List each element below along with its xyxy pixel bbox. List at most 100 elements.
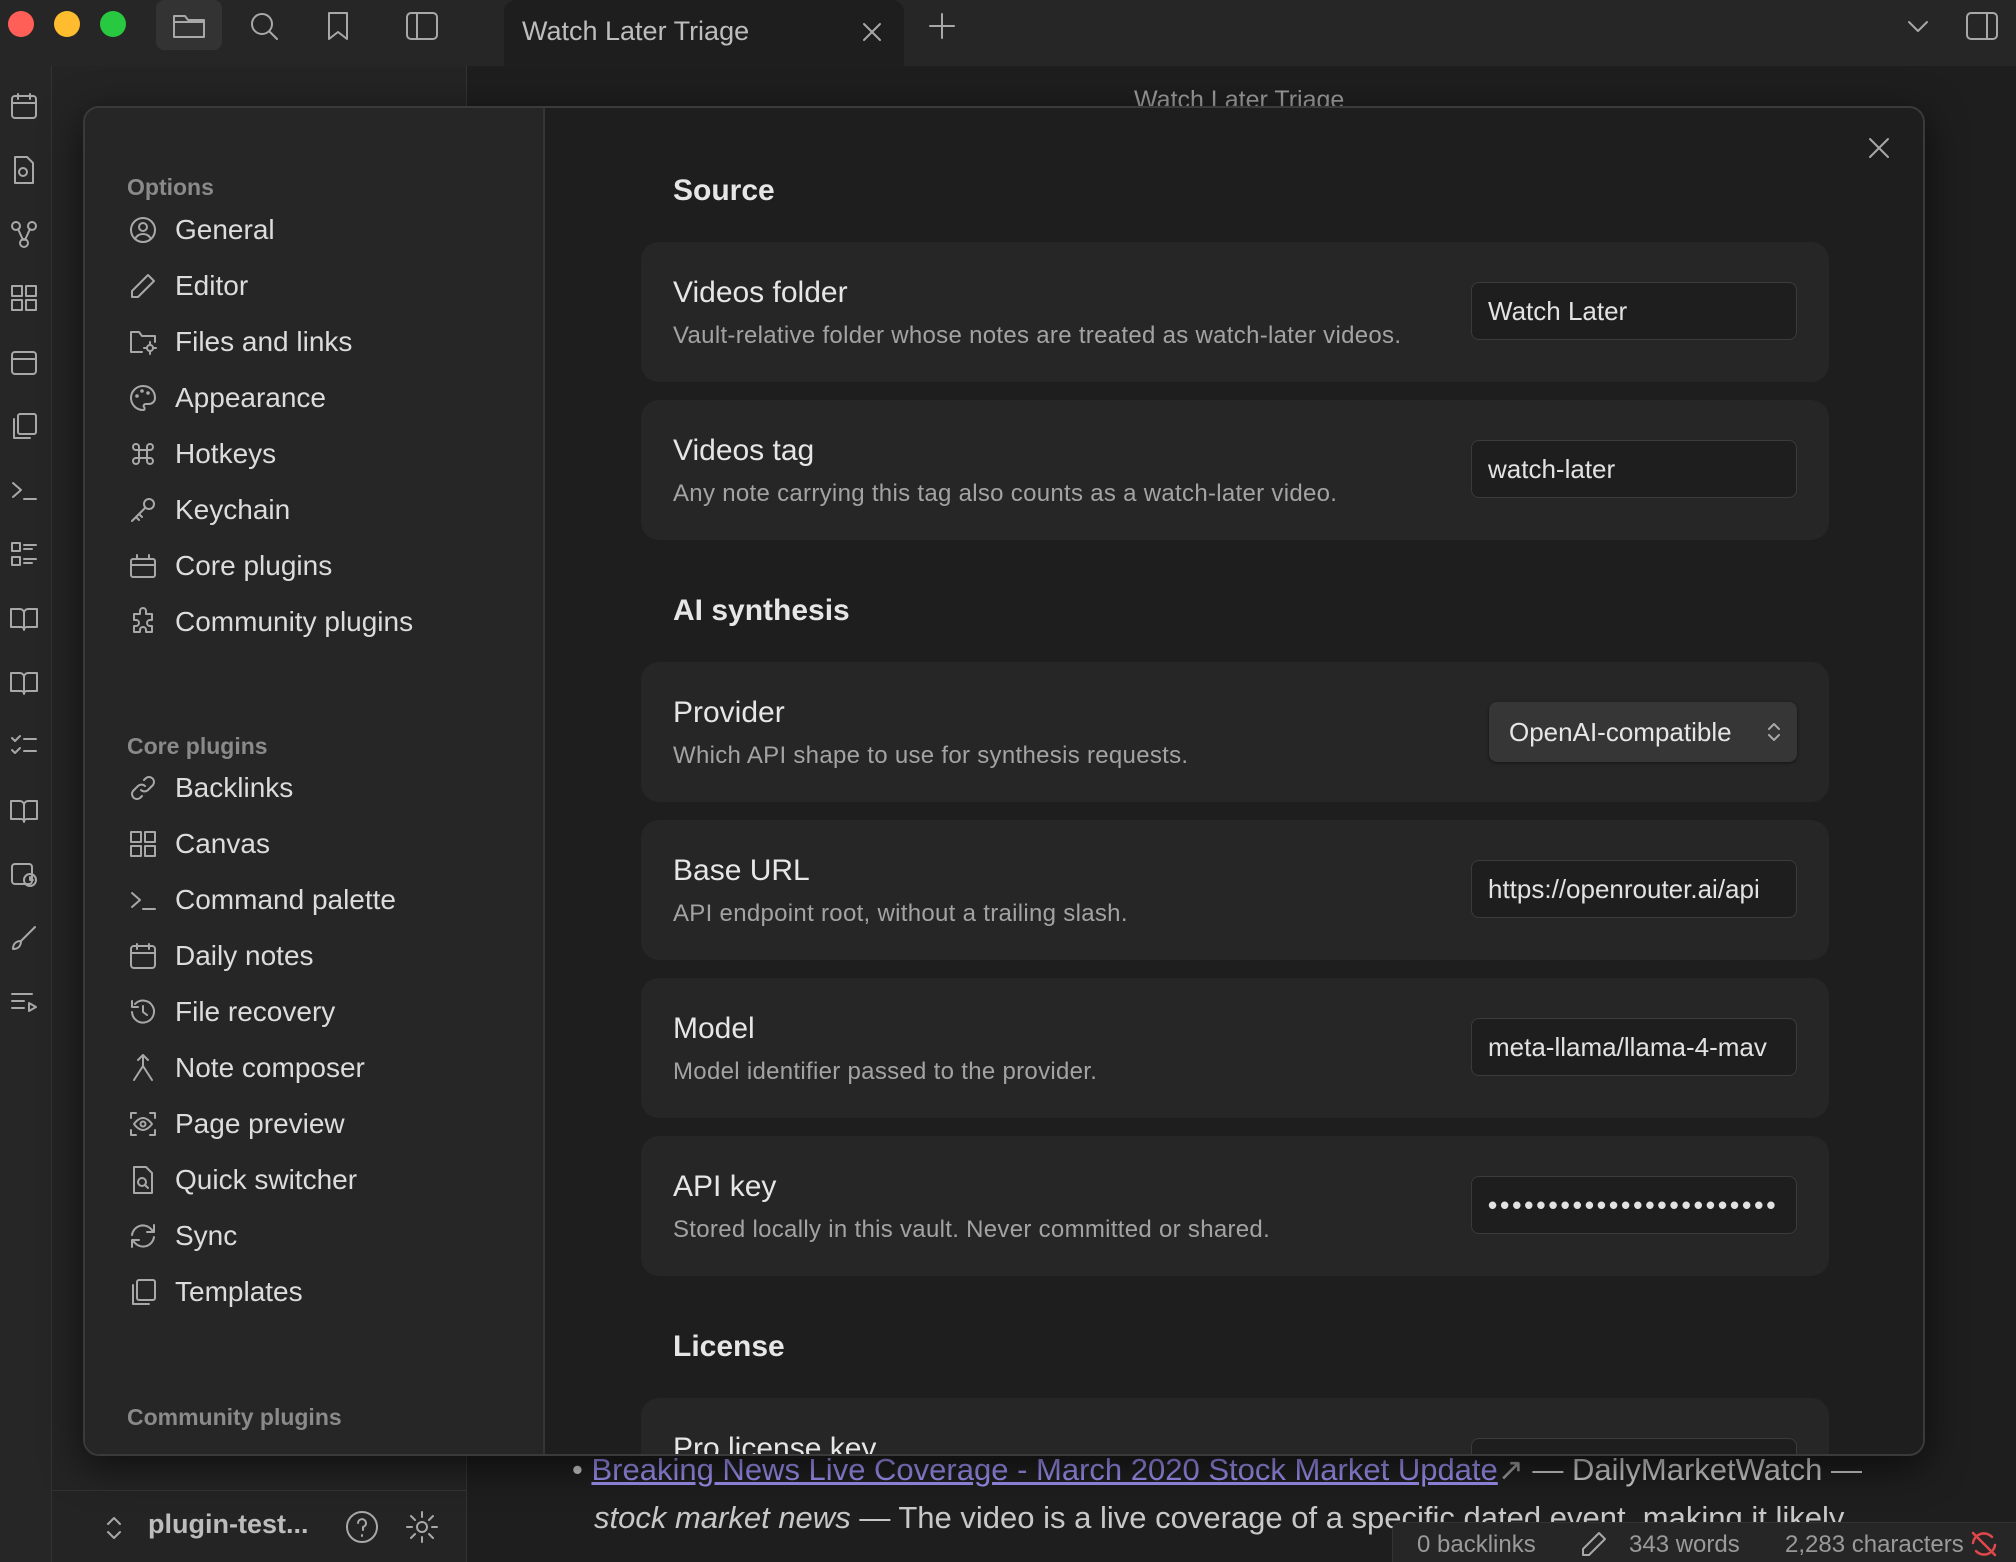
pencil-icon[interactable] xyxy=(1579,1529,1609,1559)
sidebar-item-daily-notes[interactable]: Daily notes xyxy=(127,934,507,978)
sidebar-item-note-composer[interactable]: Note composer xyxy=(127,1046,507,1090)
modal-close-button[interactable] xyxy=(1859,128,1899,168)
sidebar-item-command-palette[interactable]: Command palette xyxy=(127,878,507,922)
api-key-input[interactable]: •••••••••••••••••••••••• xyxy=(1471,1176,1797,1234)
sidebar-item-sync[interactable]: Sync xyxy=(127,1214,507,1258)
copy-icon xyxy=(127,1276,159,1308)
setting-description: Which API shape to use for synthesis req… xyxy=(673,742,1189,769)
setting-videos-folder: Videos folder Vault-relative folder whos… xyxy=(641,242,1829,382)
close-icon xyxy=(1869,138,1889,158)
bookmarks-button[interactable] xyxy=(318,6,358,46)
setting-description: Any note carrying this tag also counts a… xyxy=(673,480,1338,507)
section-license: License xyxy=(673,1330,785,1363)
terminal-icon[interactable] xyxy=(6,472,42,508)
chevron-updown-icon xyxy=(107,1517,121,1539)
note-topic: stock market news xyxy=(594,1500,851,1535)
maximize-window-button[interactable] xyxy=(100,11,126,37)
note-channel: — DailyMarketWatch — xyxy=(1523,1452,1862,1487)
title-bar: Watch Later Triage xyxy=(0,0,2016,66)
settings-modal: Options General Editor Files and links A… xyxy=(83,106,1925,1456)
sidebar-item-appearance[interactable]: Appearance xyxy=(127,376,507,420)
book-open-icon[interactable] xyxy=(6,664,42,700)
setting-provider: Provider Which API shape to use for synt… xyxy=(641,662,1829,802)
sidebar-item-label: Canvas xyxy=(175,828,270,859)
terminal-icon xyxy=(127,884,159,916)
palette-icon xyxy=(127,382,159,414)
file-search-icon[interactable] xyxy=(6,152,42,188)
toggle-sidebar-button[interactable] xyxy=(402,6,442,46)
videos-tag-input[interactable]: watch-later xyxy=(1471,440,1797,498)
sidebar-item-label: General xyxy=(175,214,275,245)
folder-cog-icon xyxy=(127,326,159,358)
bookmark-icon xyxy=(328,12,348,40)
base-url-input[interactable]: https://openrouter.ai/api xyxy=(1471,860,1797,918)
sidebar-item-files-and-links[interactable]: Files and links xyxy=(127,320,507,364)
daily-note-icon[interactable] xyxy=(6,344,42,380)
sidebar-right-icon xyxy=(1966,12,1998,40)
backlinks-count[interactable]: 0 backlinks xyxy=(1417,1531,1536,1559)
play-list-icon[interactable] xyxy=(6,984,42,1020)
plugin-box-icon xyxy=(127,550,159,582)
tab-close-button[interactable] xyxy=(854,14,890,50)
video-link[interactable]: Breaking News Live Coverage - March 2020… xyxy=(591,1452,1497,1487)
sidebar-item-editor[interactable]: Editor xyxy=(127,264,507,308)
sidebar-item-label: Templates xyxy=(175,1276,303,1307)
sidebar-item-label: Command palette xyxy=(175,884,397,915)
canvas-icon[interactable] xyxy=(6,280,42,316)
sync-icon xyxy=(127,1220,159,1252)
external-link-icon: ↗ xyxy=(1497,1452,1524,1487)
pencil-icon xyxy=(127,270,159,302)
setting-description: API endpoint root, without a trailing sl… xyxy=(673,900,1128,927)
pro-license-input[interactable] xyxy=(1471,1438,1797,1454)
sidebar-item-quick-switcher[interactable]: Quick switcher xyxy=(127,1158,507,1202)
tab-watch-later-triage[interactable]: Watch Later Triage xyxy=(504,0,904,66)
brush-icon[interactable] xyxy=(6,920,42,956)
sidebar-item-community-plugins[interactable]: Community plugins xyxy=(127,600,507,644)
sidebar-item-label: Hotkeys xyxy=(175,438,277,469)
calendar-icon xyxy=(127,940,159,972)
videos-folder-input[interactable]: Watch Later xyxy=(1471,282,1797,340)
new-tab-button[interactable] xyxy=(922,6,962,46)
sidebar-item-canvas[interactable]: Canvas xyxy=(127,822,507,866)
checklist-icon[interactable] xyxy=(6,728,42,764)
calendar-icon[interactable] xyxy=(6,88,42,124)
tab-title: Watch Later Triage xyxy=(522,16,750,46)
toggle-right-sidebar-button[interactable] xyxy=(1962,6,2002,46)
sidebar-item-core-plugins[interactable]: Core plugins xyxy=(127,544,507,588)
settings-gear-icon[interactable] xyxy=(404,1509,440,1545)
sidebar-item-keychain[interactable]: Keychain xyxy=(127,488,507,532)
book-open-icon[interactable] xyxy=(6,600,42,636)
model-input[interactable]: meta-llama/llama-4-mav xyxy=(1471,1018,1797,1076)
sidebar-item-label: Appearance xyxy=(175,382,327,413)
sidebar-item-backlinks[interactable]: Backlinks xyxy=(127,766,507,810)
close-window-button[interactable] xyxy=(8,11,34,37)
key-icon xyxy=(127,494,159,526)
setting-name: Videos folder xyxy=(673,276,848,309)
setting-videos-tag: Videos tag Any note carrying this tag al… xyxy=(641,400,1829,540)
setting-name: Model xyxy=(673,1012,755,1045)
minimize-window-button[interactable] xyxy=(54,11,80,37)
provider-select[interactable]: OpenAI-compatible xyxy=(1489,702,1797,762)
tab-list-button[interactable] xyxy=(1898,6,1938,46)
setting-name: Provider xyxy=(673,696,785,729)
files-button[interactable] xyxy=(156,0,222,50)
setting-model: Model Model identifier passed to the pro… xyxy=(641,978,1829,1118)
list-icon[interactable] xyxy=(6,536,42,572)
sidebar-left-icon xyxy=(406,12,438,40)
vault-name: plugin-test... xyxy=(148,1509,309,1539)
calendar-clock-icon[interactable] xyxy=(6,856,42,892)
sidebar-item-templates[interactable]: Templates xyxy=(127,1270,507,1314)
search-button[interactable] xyxy=(244,6,284,46)
help-icon[interactable] xyxy=(344,1509,380,1545)
sidebar-item-general[interactable]: General xyxy=(127,208,507,252)
templates-icon[interactable] xyxy=(6,408,42,444)
sidebar-item-hotkeys[interactable]: Hotkeys xyxy=(127,432,507,476)
sidebar-item-file-recovery[interactable]: File recovery xyxy=(127,990,507,1034)
sync-error-icon[interactable] xyxy=(1969,1529,1999,1559)
book-open-icon[interactable] xyxy=(6,792,42,828)
vault-switcher[interactable]: plugin-test... xyxy=(52,1490,467,1562)
sidebar-item-page-preview[interactable]: Page preview xyxy=(127,1102,507,1146)
graph-icon[interactable] xyxy=(6,216,42,252)
grid-icon xyxy=(127,828,159,860)
close-icon xyxy=(863,23,881,41)
